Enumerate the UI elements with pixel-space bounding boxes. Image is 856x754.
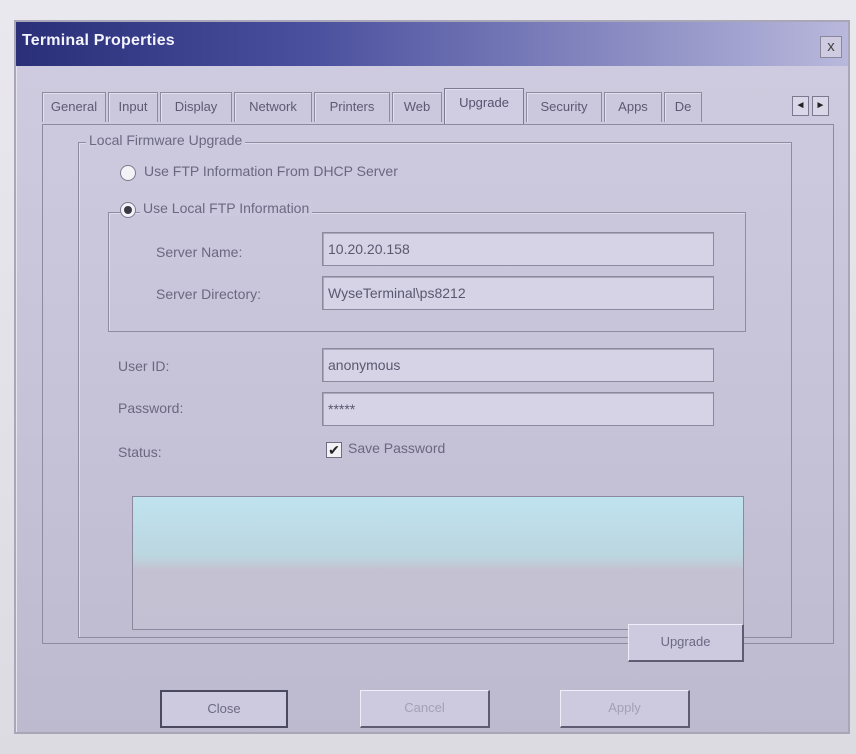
tab-security[interactable]: Security bbox=[526, 92, 602, 122]
tab-network[interactable]: Network bbox=[234, 92, 312, 122]
close-icon[interactable]: x bbox=[820, 36, 842, 58]
local-ftp-info-group bbox=[108, 212, 746, 332]
close-button[interactable]: Close bbox=[160, 690, 288, 728]
tab-web[interactable]: Web bbox=[392, 92, 442, 122]
server-directory-label: Server Directory: bbox=[156, 286, 262, 302]
status-label: Status: bbox=[118, 444, 162, 460]
server-name-field[interactable]: 10.20.20.158 bbox=[322, 232, 714, 266]
tab-input[interactable]: Input bbox=[108, 92, 158, 122]
user-id-field[interactable]: anonymous bbox=[322, 348, 714, 382]
terminal-properties-dialog: Terminal Properties x General Input Disp… bbox=[14, 20, 850, 734]
local-ftp-radio[interactable] bbox=[120, 202, 136, 218]
tab-upgrade[interactable]: Upgrade bbox=[444, 88, 524, 124]
cancel-button[interactable]: Cancel bbox=[360, 690, 490, 728]
upgrade-button[interactable]: Upgrade bbox=[628, 624, 744, 662]
apply-button[interactable]: Apply bbox=[560, 690, 690, 728]
local-firmware-upgrade-legend: Local Firmware Upgrade bbox=[86, 132, 246, 148]
save-password-checkbox[interactable]: ✔ bbox=[326, 442, 342, 458]
tab-apps[interactable]: Apps bbox=[604, 92, 662, 122]
server-directory-field[interactable]: WyseTerminal\ps8212 bbox=[322, 276, 714, 310]
dhcp-ftp-radio[interactable] bbox=[120, 165, 136, 181]
tab-scroll-right-icon[interactable]: ► bbox=[812, 96, 829, 116]
tab-de[interactable]: De bbox=[664, 92, 702, 122]
password-label: Password: bbox=[118, 400, 184, 416]
save-password-label[interactable]: Save Password bbox=[348, 440, 445, 456]
tab-strip: General Input Display Network Printers W… bbox=[42, 88, 834, 124]
server-name-label: Server Name: bbox=[156, 244, 243, 260]
status-output-box bbox=[132, 496, 744, 630]
tab-printers[interactable]: Printers bbox=[314, 92, 390, 122]
tab-scroll-left-icon[interactable]: ◄ bbox=[792, 96, 809, 116]
local-ftp-option-label[interactable]: Use Local FTP Information bbox=[140, 200, 313, 216]
tab-display[interactable]: Display bbox=[160, 92, 232, 122]
dhcp-ftp-option-label[interactable]: Use FTP Information From DHCP Server bbox=[144, 163, 398, 179]
tab-general[interactable]: General bbox=[42, 92, 106, 122]
title-bar[interactable]: Terminal Properties x bbox=[16, 22, 848, 66]
password-field[interactable]: ***** bbox=[322, 392, 714, 426]
window-title: Terminal Properties bbox=[22, 32, 175, 49]
user-id-label: User ID: bbox=[118, 358, 170, 374]
